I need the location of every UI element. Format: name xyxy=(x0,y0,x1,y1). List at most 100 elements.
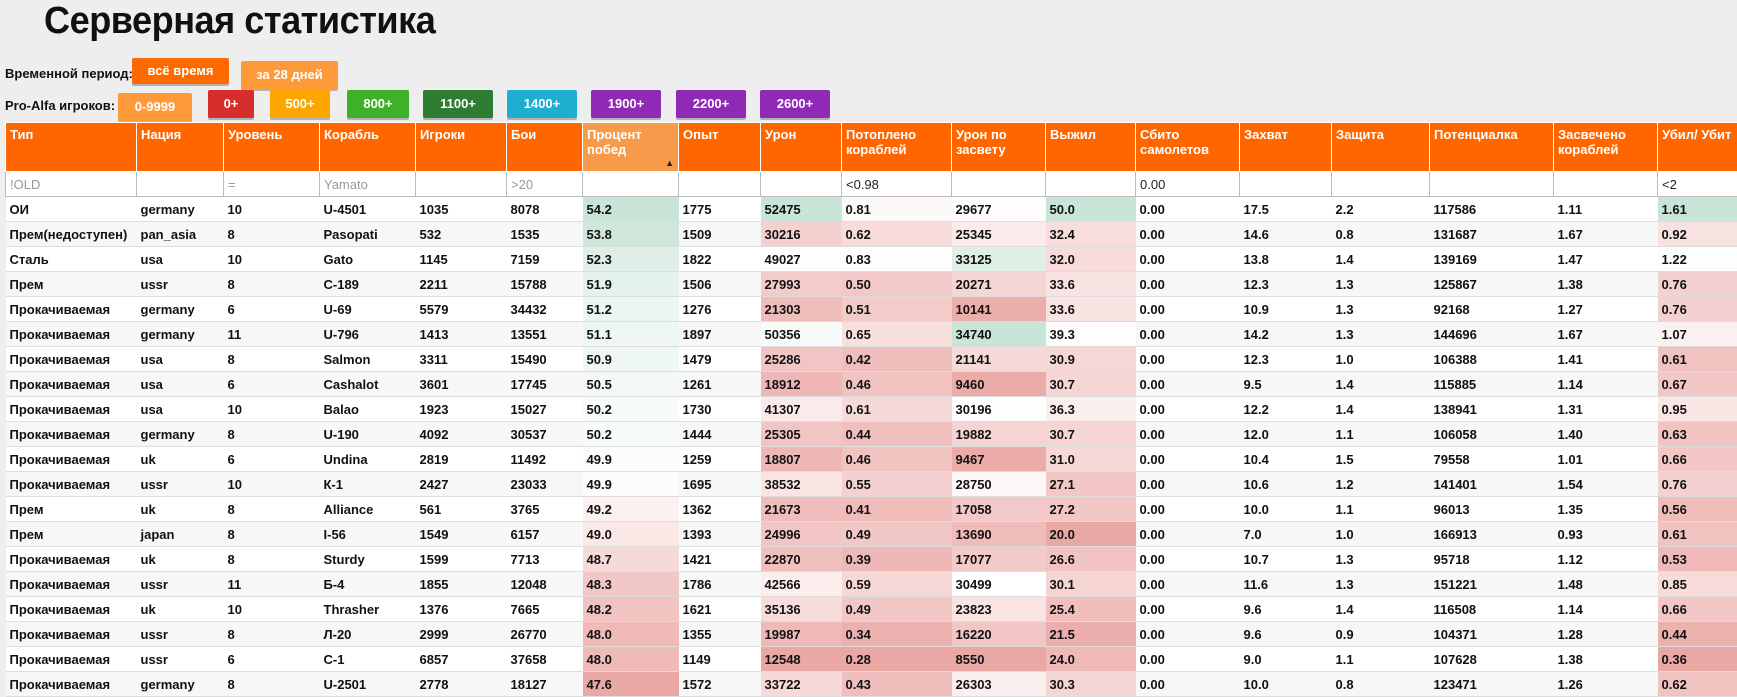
filter-input-winrate[interactable] xyxy=(583,172,678,196)
cell-survived: 39.3 xyxy=(1046,322,1136,347)
cell-winrate: 50.9 xyxy=(583,347,679,372)
filter-input-defense[interactable] xyxy=(1332,172,1429,196)
filter-input-survived[interactable] xyxy=(1046,172,1135,196)
column-header-survived[interactable]: Выжил xyxy=(1046,123,1136,172)
column-header-capture[interactable]: Захват xyxy=(1240,123,1332,172)
cell-battles: 17745 xyxy=(507,372,583,397)
filter-cell xyxy=(1554,172,1658,197)
column-header-kills[interactable]: Потоплено кораблей xyxy=(842,123,952,172)
cell-tier: 6 xyxy=(224,447,320,472)
column-header-label: Опыт xyxy=(683,127,718,142)
alfa-button-7[interactable]: 2200+ xyxy=(676,90,746,118)
column-header-spotted[interactable]: Засвечено кораблей xyxy=(1554,123,1658,172)
filter-input-tier[interactable] xyxy=(224,172,319,196)
column-header-players[interactable]: Игроки xyxy=(416,123,507,172)
cell-kd: 0.66 xyxy=(1658,597,1737,622)
filter-input-xp[interactable] xyxy=(679,172,760,196)
cell-xp: 1444 xyxy=(679,422,761,447)
alfa-button-6[interactable]: 1900+ xyxy=(591,90,661,118)
cell-planes: 0.00 xyxy=(1136,522,1240,547)
filter-input-potential[interactable] xyxy=(1430,172,1553,196)
cell-planes: 0.00 xyxy=(1136,247,1240,272)
alfa-button-5[interactable]: 1400+ xyxy=(507,90,577,118)
alfa-button-1[interactable]: 0+ xyxy=(208,90,254,118)
cell-winrate: 54.2 xyxy=(583,197,679,222)
column-header-tier[interactable]: Уровень xyxy=(224,123,320,172)
alfa-button-0[interactable]: 0-9999 xyxy=(118,93,192,121)
cell-spotted: 1.54 xyxy=(1554,472,1658,497)
column-header-nation[interactable]: Нация xyxy=(137,123,224,172)
cell-damage: 18912 xyxy=(761,372,842,397)
cell-winrate: 51.9 xyxy=(583,272,679,297)
cell-nation: pan_asia xyxy=(137,222,224,247)
column-header-planes[interactable]: Сбито самолетов xyxy=(1136,123,1240,172)
cell-nation: germany xyxy=(137,197,224,222)
column-header-label: Захват xyxy=(1244,127,1288,142)
column-header-potential[interactable]: Потенциалка xyxy=(1430,123,1554,172)
cell-potential: 138941 xyxy=(1430,397,1554,422)
filter-input-planes[interactable] xyxy=(1136,172,1239,196)
cell-kills: 0.55 xyxy=(842,472,952,497)
cell-spotdmg: 10141 xyxy=(952,297,1046,322)
cell-nation: usa xyxy=(137,372,224,397)
alfa-button-8[interactable]: 2600+ xyxy=(760,90,830,118)
period-button-0[interactable]: всё время xyxy=(132,58,229,84)
alfa-button-4[interactable]: 1100+ xyxy=(423,90,493,118)
cell-spotdmg: 28750 xyxy=(952,472,1046,497)
filter-input-kills[interactable] xyxy=(842,172,951,196)
cell-ship: С-1 xyxy=(320,647,416,672)
cell-kd: 0.36 xyxy=(1658,647,1737,672)
period-button-1[interactable]: за 28 дней xyxy=(241,61,338,89)
cell-spotdmg: 9467 xyxy=(952,447,1046,472)
filter-input-damage[interactable] xyxy=(761,172,841,196)
cell-nation: usa xyxy=(137,247,224,272)
cell-battles: 8078 xyxy=(507,197,583,222)
filter-input-players[interactable] xyxy=(416,172,506,196)
cell-survived: 30.1 xyxy=(1046,572,1136,597)
alfa-button-2[interactable]: 500+ xyxy=(270,90,330,118)
cell-xp: 1775 xyxy=(679,197,761,222)
cell-potential: 107628 xyxy=(1430,647,1554,672)
cell-xp: 1355 xyxy=(679,622,761,647)
column-header-battles[interactable]: Бои xyxy=(507,123,583,172)
cell-kd: 0.53 xyxy=(1658,547,1737,572)
cell-tier: 10 xyxy=(224,397,320,422)
column-header-spotdmg[interactable]: Урон по засвету xyxy=(952,123,1046,172)
column-header-kd[interactable]: Убил/ Убит xyxy=(1658,123,1737,172)
cell-players: 2819 xyxy=(416,447,507,472)
filter-input-spotdmg[interactable] xyxy=(952,172,1045,196)
filter-input-nation[interactable] xyxy=(137,172,223,196)
cell-type: Прем xyxy=(6,497,137,522)
cell-type: Прокачиваемая xyxy=(6,422,137,447)
column-header-winrate[interactable]: Процент побед▲ xyxy=(583,123,679,172)
column-header-ship[interactable]: Корабль xyxy=(320,123,416,172)
cell-kd: 0.76 xyxy=(1658,297,1737,322)
filter-input-capture[interactable] xyxy=(1240,172,1331,196)
cell-players: 561 xyxy=(416,497,507,522)
cell-kills: 0.44 xyxy=(842,422,952,447)
cell-xp: 1897 xyxy=(679,322,761,347)
cell-defense: 1.4 xyxy=(1332,597,1430,622)
cell-spotdmg: 33125 xyxy=(952,247,1046,272)
cell-xp: 1479 xyxy=(679,347,761,372)
filter-input-spotted[interactable] xyxy=(1554,172,1657,196)
filter-cell xyxy=(320,172,416,197)
filter-input-kd[interactable] xyxy=(1658,172,1737,196)
cell-type: Прокачиваемая xyxy=(6,447,137,472)
cell-tier: 10 xyxy=(224,472,320,497)
column-header-xp[interactable]: Опыт xyxy=(679,123,761,172)
filter-input-battles[interactable] xyxy=(507,172,582,196)
cell-damage: 35136 xyxy=(761,597,842,622)
filter-input-type[interactable] xyxy=(6,172,136,196)
column-header-defense[interactable]: Защита xyxy=(1332,123,1430,172)
cell-capture: 10.0 xyxy=(1240,497,1332,522)
cell-winrate: 50.2 xyxy=(583,397,679,422)
cell-tier: 10 xyxy=(224,197,320,222)
column-header-damage[interactable]: Урон xyxy=(761,123,842,172)
cell-players: 1035 xyxy=(416,197,507,222)
alfa-button-3[interactable]: 800+ xyxy=(347,90,409,118)
cell-nation: ussr xyxy=(137,272,224,297)
sort-asc-icon: ▲ xyxy=(665,156,674,171)
column-header-type[interactable]: Тип xyxy=(6,123,137,172)
filter-input-ship[interactable] xyxy=(320,172,415,196)
